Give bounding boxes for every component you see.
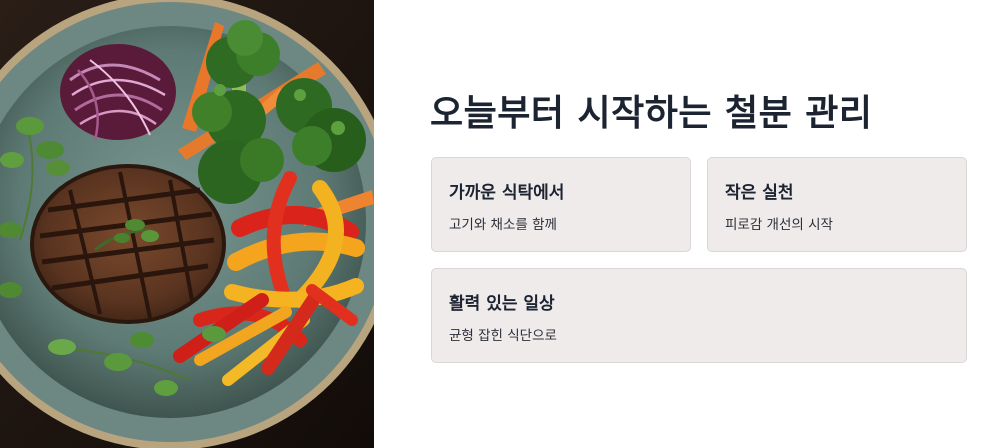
card-nearby-table: 가까운 식탁에서 고기와 채소를 함께 (431, 157, 691, 252)
card-description: 균형 잡힌 식단으로 (449, 328, 557, 344)
card-title: 활력 있는 일상 (449, 294, 555, 314)
card-description: 고기와 채소를 함께 (449, 217, 557, 233)
page-title: 오늘부터 시작하는 철분 관리 (430, 93, 873, 134)
card-title: 작은 실천 (725, 183, 794, 203)
steak (30, 164, 226, 324)
food-photo (0, 0, 374, 448)
card-energetic-life: 활력 있는 일상 균형 잡힌 식단으로 (431, 268, 967, 363)
content-panel: 오늘부터 시작하는 철분 관리 가까운 식탁에서 고기와 채소를 함께 작은 실… (374, 0, 1000, 448)
steak-vegetable-plate-image (0, 0, 374, 448)
card-title: 가까운 식탁에서 (449, 183, 565, 203)
red-cabbage (60, 44, 176, 141)
card-small-practice: 작은 실천 피로감 개선의 시작 (707, 157, 967, 252)
card-description: 피로감 개선의 시작 (725, 217, 833, 233)
